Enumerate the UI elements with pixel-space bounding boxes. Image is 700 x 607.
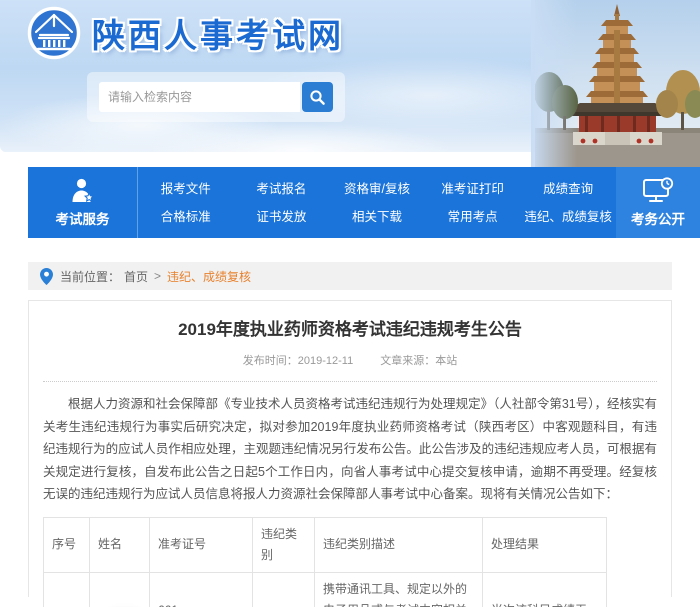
nav-exam-service-label: 考试服务 xyxy=(56,208,110,228)
nav-item-zhengshu-fafang[interactable]: 证书发放 xyxy=(254,203,308,231)
table-row: 1 李 661 A101 携带通讯工具、规定以外的电子用品或与考试内容相关的资料… xyxy=(44,572,607,607)
person-star-icon xyxy=(69,177,96,204)
article-meta: 发布时间：2019-12-11 文章来源：本站 xyxy=(43,352,657,368)
article-source: 文章来源：本站 xyxy=(380,355,457,367)
breadcrumb: 当前位置： 首页 > 违纪、成绩复核 xyxy=(28,262,672,290)
nav-exam-affairs-public-label: 考务公开 xyxy=(631,208,685,228)
temple xyxy=(563,103,672,145)
article-title: 2019年度执业药师资格考试违纪违规考生公告 xyxy=(43,315,657,340)
site-title: 陕西人事考试网 xyxy=(92,9,344,57)
location-pin-icon xyxy=(40,268,53,285)
nav-column: 准考证打印 常用考点 xyxy=(425,175,521,231)
article-panel: 2019年度执业药师资格考试违纪违规考生公告 发布时间：2019-12-11 文… xyxy=(28,300,672,597)
search-input[interactable] xyxy=(99,82,300,112)
nav-exam-affairs-public[interactable]: 考务公开 xyxy=(616,167,700,238)
search-icon xyxy=(309,89,326,106)
site-logo-pavilion-icon xyxy=(26,5,82,61)
nav-item-baokao-wenjian[interactable]: 报考文件 xyxy=(159,175,213,203)
publish-time: 发布时间：2019-12-11 xyxy=(243,355,353,367)
nav-item-hege-biaozhun[interactable]: 合格标准 xyxy=(159,203,213,231)
cell-name: 李 xyxy=(90,572,150,607)
col-header-description: 违纪类别描述 xyxy=(315,517,483,572)
nav-column: 报考文件 合格标准 xyxy=(138,175,234,231)
site-header: 陕西人事考试网 xyxy=(0,0,700,167)
col-header-index: 序号 xyxy=(44,517,90,572)
col-header-result: 处理结果 xyxy=(483,517,607,572)
search-button[interactable] xyxy=(302,82,333,112)
cell-result: 当次该科目成绩无效 xyxy=(483,572,607,607)
cell-ticket: 661 xyxy=(150,572,253,607)
photo-fade xyxy=(531,0,577,167)
brand: 陕西人事考试网 xyxy=(26,5,344,61)
nav-item-changyong-kaodian[interactable]: 常用考点 xyxy=(446,203,500,231)
breadcrumb-current: 违纪、成绩复核 xyxy=(167,268,251,285)
search-bar xyxy=(87,72,345,122)
cell-category: A101 xyxy=(253,572,315,607)
monitor-clock-icon xyxy=(642,177,674,204)
nav-column: 成绩查询 违纪、成绩复核 xyxy=(520,175,616,231)
breadcrumb-separator: > xyxy=(154,269,161,283)
nav-links: 报考文件 合格标准 考试报名 证书发放 资格审/复核 相关下载 准考证打印 常用… xyxy=(138,167,616,238)
nav-item-zhunkaozheng-dayin[interactable]: 准考证打印 xyxy=(439,175,506,203)
main-navbar: 考试服务 报考文件 合格标准 考试报名 证书发放 资格审/复核 相关下载 准考证… xyxy=(28,167,700,238)
nav-item-weiji-chengji-fuhe[interactable]: 违纪、成绩复核 xyxy=(522,203,614,231)
nav-item-chengji-chaxun[interactable]: 成绩查询 xyxy=(541,175,595,203)
violation-table: 序号 姓名 准考证号 违纪类别 违纪类别描述 处理结果 1 李 661 A101… xyxy=(43,517,607,607)
col-header-name: 姓名 xyxy=(90,517,150,572)
col-header-category: 违纪类别 xyxy=(253,517,315,572)
dotted-divider xyxy=(43,381,657,382)
cell-description: 携带通讯工具、规定以外的电子用品或与考试内容相关的资料进入座位，经提醒仍不改正的 xyxy=(315,572,483,607)
nav-item-zige-fuhe[interactable]: 资格审/复核 xyxy=(342,175,412,203)
article-body: 根据人力资源和社会保障部《专业技术人员资格考试违纪违规行为处理规定》（人社部令第… xyxy=(43,393,657,506)
nav-column: 考试报名 证书发放 xyxy=(234,175,330,231)
breadcrumb-home-link[interactable]: 首页 xyxy=(124,268,148,285)
cell-index: 1 xyxy=(44,572,90,607)
table-header-row: 序号 姓名 准考证号 违纪类别 违纪类别描述 处理结果 xyxy=(44,517,607,572)
col-header-ticket: 准考证号 xyxy=(150,517,253,572)
nav-column: 资格审/复核 相关下载 xyxy=(329,175,425,231)
breadcrumb-prefix: 当前位置： xyxy=(60,268,120,285)
nav-item-xiangguan-xiazai[interactable]: 相关下载 xyxy=(350,203,404,231)
nav-item-kaoshi-baoming[interactable]: 考试报名 xyxy=(254,175,308,203)
nav-exam-service[interactable]: 考试服务 xyxy=(28,167,138,238)
